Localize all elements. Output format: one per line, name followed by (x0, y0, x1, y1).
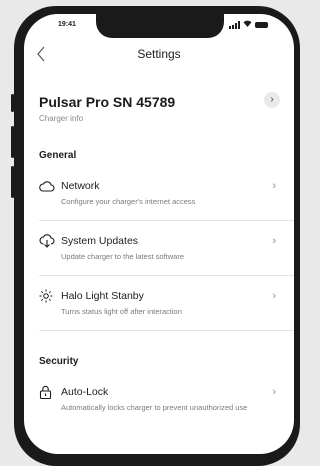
page-title: Settings (137, 47, 181, 61)
app-screen: 19:41 Settings Pulsar Pro SN 45789 Charg… (24, 14, 294, 454)
settings-item-description: Automatically locks charger to prevent u… (61, 403, 248, 412)
settings-item-title: Network (61, 180, 100, 192)
settings-item-auto-lock[interactable]: Auto-Lock Automatically locks charger to… (39, 384, 294, 440)
device-subtitle: Charger info (39, 114, 84, 123)
side-button (11, 94, 14, 112)
settings-item-system-updates[interactable]: System Updates Update charger to the lat… (39, 233, 294, 289)
wifi-icon (243, 20, 252, 29)
cloud-icon (39, 179, 55, 193)
settings-item-description: Turns status light off after interaction (61, 307, 182, 316)
chevron-right-icon: › (270, 94, 274, 105)
chevron-right-icon: › (272, 290, 276, 302)
volume-up-button (11, 126, 14, 158)
battery-icon (255, 21, 268, 28)
device-header[interactable]: Pulsar Pro SN 45789 Charger info › (39, 92, 280, 123)
chevron-right-icon: › (272, 235, 276, 247)
settings-item-halo-light[interactable]: Halo Light Stanby Turns status light off… (39, 288, 294, 344)
status-icons (229, 20, 268, 29)
settings-item-title: System Updates (61, 235, 139, 247)
nav-bar: Settings (24, 42, 294, 70)
settings-item-network[interactable]: Network Configure your charger's interne… (39, 178, 294, 234)
status-time: 19:41 (58, 21, 76, 28)
divider (39, 330, 294, 331)
settings-item-description: Update charger to the latest software (61, 252, 184, 261)
chevron-right-icon: › (272, 386, 276, 398)
chevron-right-icon: › (272, 180, 276, 192)
sun-icon (39, 289, 55, 303)
section-title-security: Security (39, 356, 79, 367)
settings-item-title: Halo Light Stanby (61, 290, 144, 302)
device-info-button[interactable]: › (264, 92, 280, 108)
settings-item-description: Configure your charger's internet access (61, 197, 196, 206)
volume-down-button (11, 166, 14, 198)
divider (39, 220, 294, 221)
section-title-general: General (39, 150, 77, 161)
device-name: Pulsar Pro SN 45789 (39, 94, 176, 110)
settings-item-title: Auto-Lock (61, 386, 109, 398)
lock-icon (39, 385, 55, 400)
notch (96, 14, 224, 38)
signal-icon (229, 20, 240, 29)
cloud-download-icon (39, 234, 55, 248)
divider (39, 275, 294, 276)
